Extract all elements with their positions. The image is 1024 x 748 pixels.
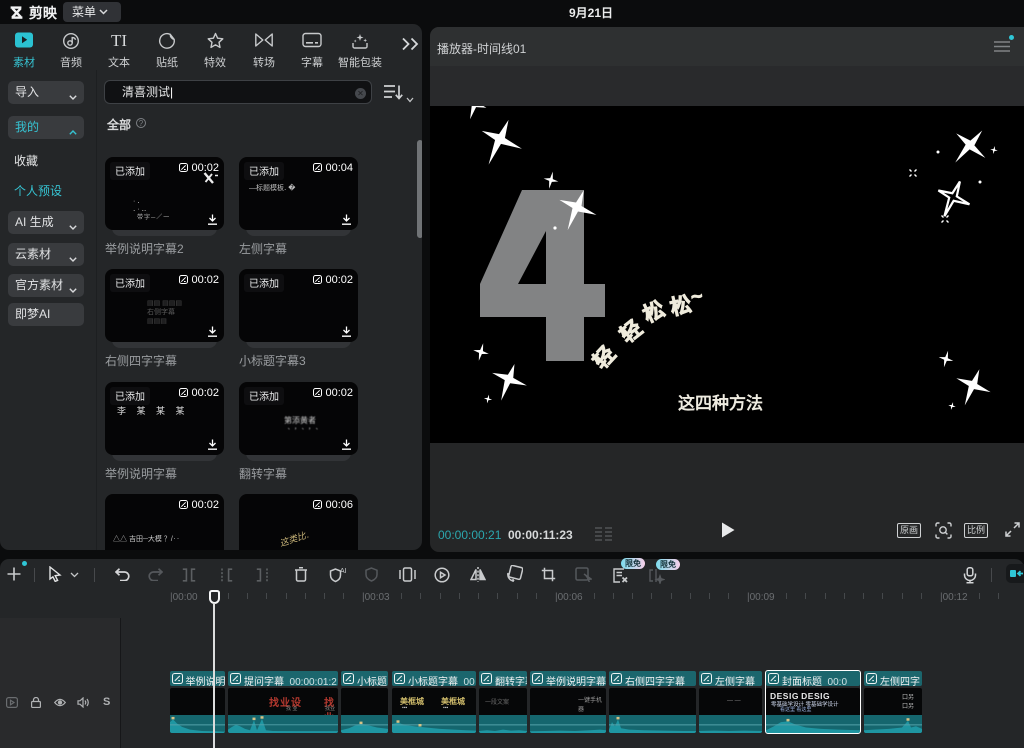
svg-text:AI: AI [340,568,346,575]
